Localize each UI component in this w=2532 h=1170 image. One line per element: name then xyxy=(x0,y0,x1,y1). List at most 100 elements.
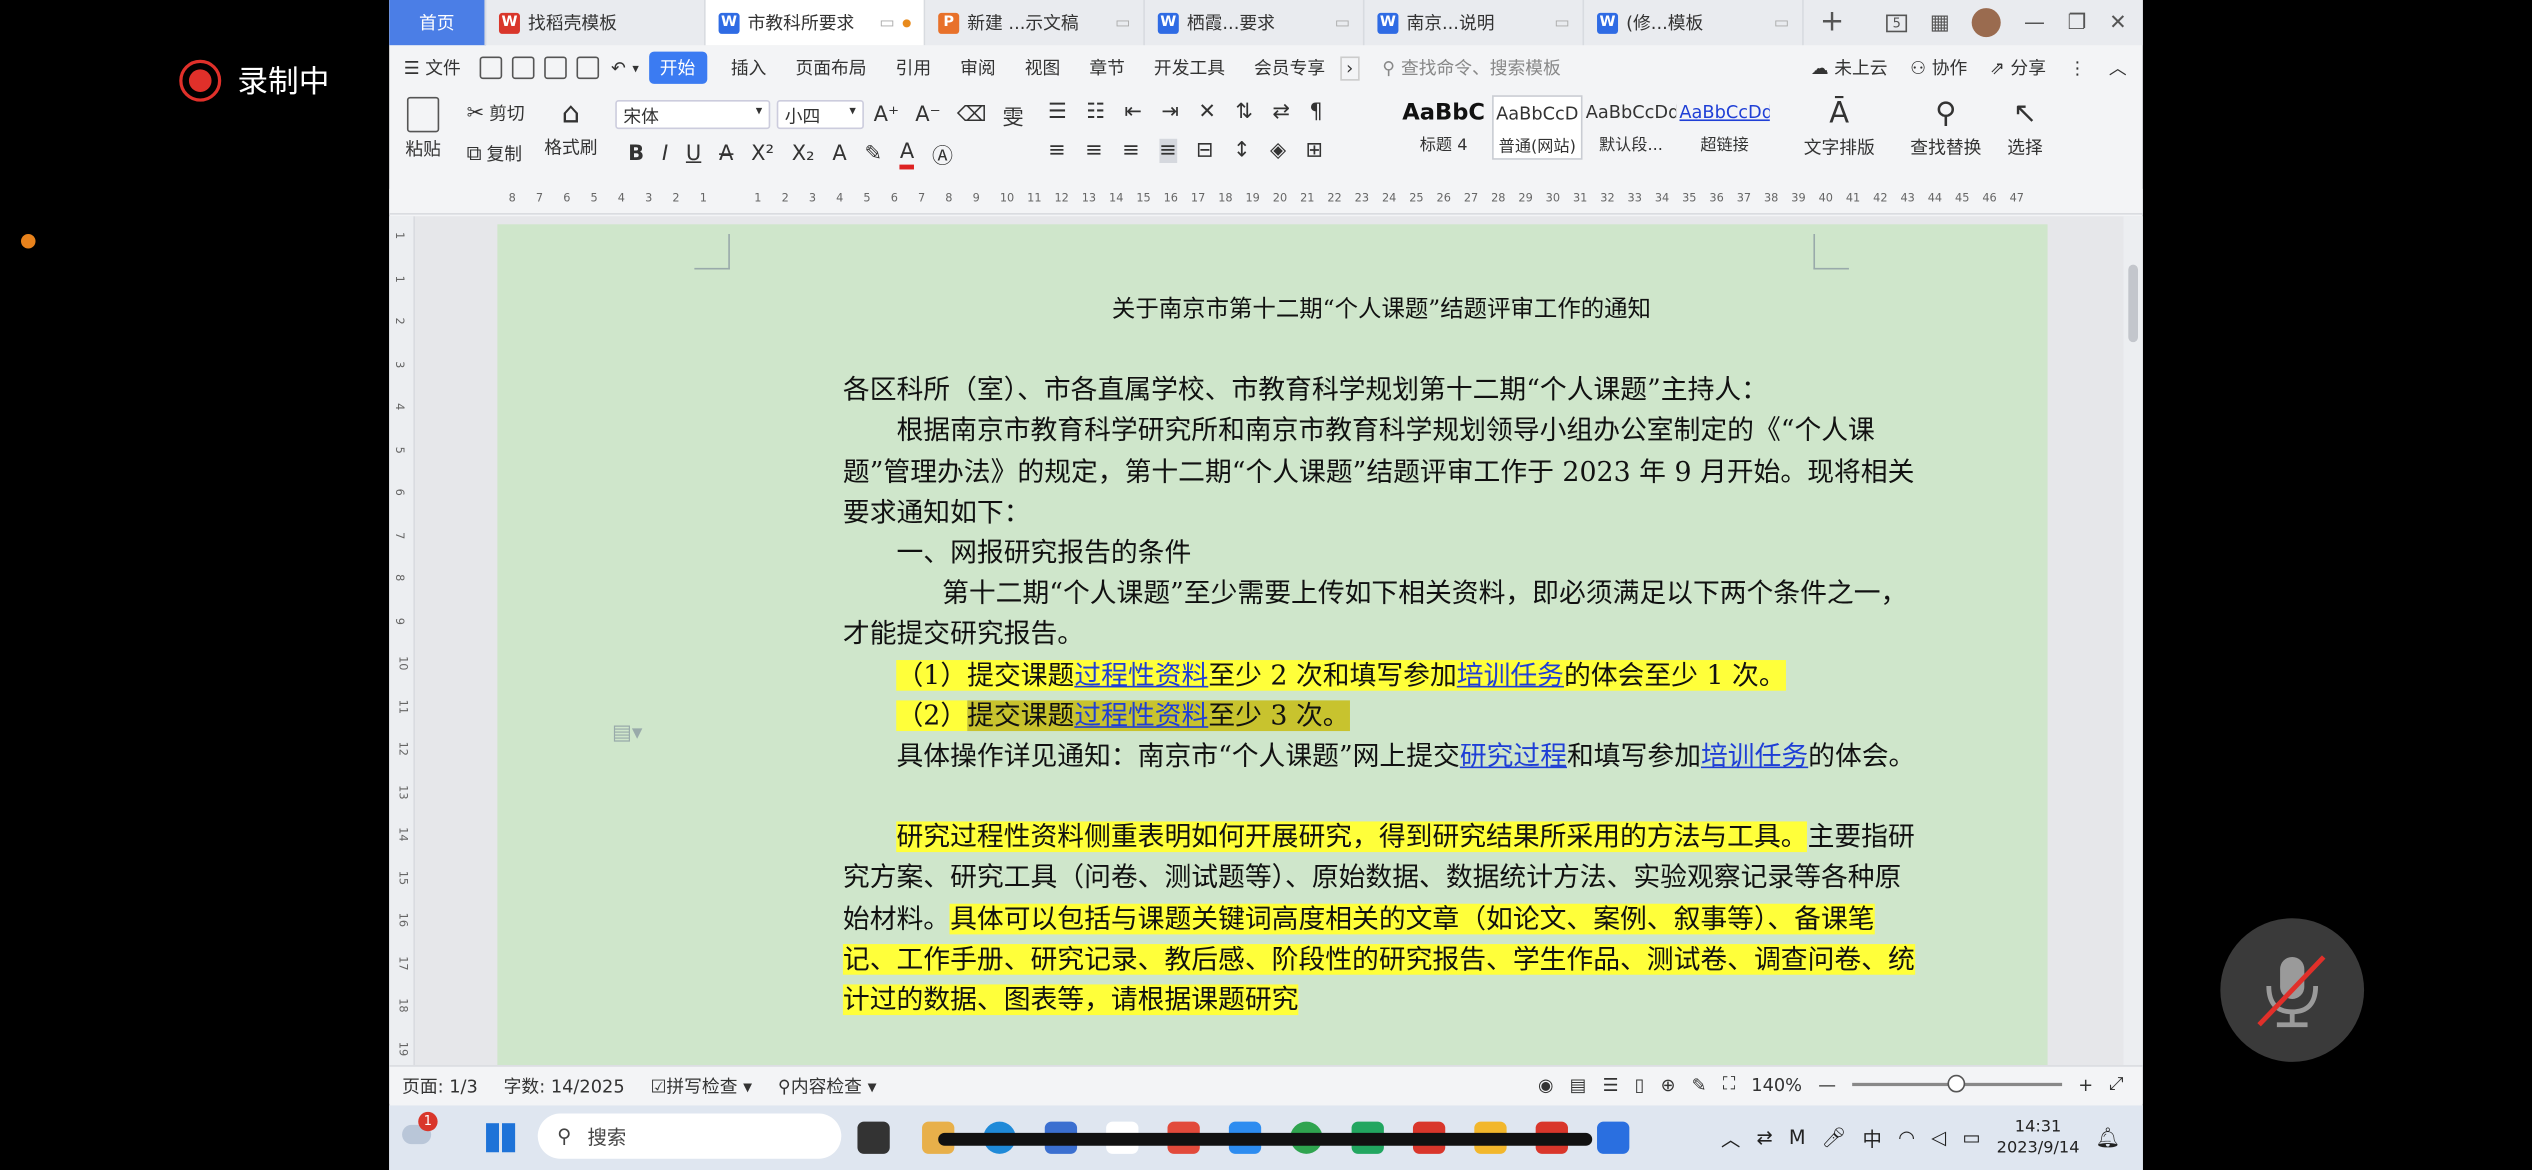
notification-bell-icon[interactable]: 🔔︎ xyxy=(2096,1126,2121,1149)
tab-references[interactable]: 引用 xyxy=(881,55,946,81)
tab-count-icon[interactable]: 5 xyxy=(1886,13,1908,32)
word-count[interactable]: 字数: 14/2025 xyxy=(491,1072,638,1098)
scrollbar-thumb[interactable] xyxy=(2128,264,2138,343)
format-painter-button[interactable]: ⌂ 格式刷 xyxy=(544,97,597,160)
page-view-icon[interactable]: ▤ xyxy=(1570,1074,1587,1095)
grid-apps-icon[interactable]: ▦ xyxy=(1930,10,1950,34)
phonetic-icon[interactable]: 雯 xyxy=(1003,100,1024,131)
style-default-paragraph[interactable]: AaBbCcDd 默认段... xyxy=(1586,95,1676,160)
windows-start-icon[interactable] xyxy=(486,1123,516,1153)
hyperlink[interactable]: 过程性资料 xyxy=(1074,659,1208,690)
command-search[interactable]: ⚲ 查找命令、搜索模板 xyxy=(1382,55,1561,81)
zoom-level[interactable]: 140% xyxy=(1751,1074,1802,1095)
quick-access-more-icon[interactable]: ▾ xyxy=(632,61,638,76)
vertical-ruler[interactable]: 1 1 2 3 4 5 6 7 8 9 10 11 12 13 14 15 16 17 18 19 xyxy=(389,216,416,1066)
tab-presentation[interactable]: P 新建 ...示文稿 ▭ xyxy=(925,0,1145,46)
find-replace-button[interactable]: ⚲ 查找替换 xyxy=(1910,97,1981,160)
outdent-icon[interactable]: ⇤ xyxy=(1124,100,1142,124)
tab-section[interactable]: 章节 xyxy=(1075,55,1140,81)
fit-page-icon[interactable]: ⛶ xyxy=(1723,1073,1735,1096)
text-effect-icon[interactable]: A xyxy=(832,142,846,166)
clear-format-icon[interactable]: ⌫ xyxy=(957,103,987,127)
tab-review[interactable]: 审阅 xyxy=(946,55,1011,81)
file-menu[interactable]: ☰ 文件 xyxy=(389,55,475,81)
indent-icon[interactable]: ⇥ xyxy=(1161,100,1179,124)
document-page[interactable]: 关于南京市第十二期“个人课题”结题评审工作的通知 各区科所（室）、市各直属学校、… xyxy=(497,224,2048,1066)
clock[interactable]: 14:31 2023/9/14 xyxy=(1997,1117,2080,1159)
strikethrough-icon[interactable]: A xyxy=(719,142,733,166)
tab-page-layout[interactable]: 页面布局 xyxy=(781,55,881,81)
preview-icon[interactable] xyxy=(577,56,600,80)
bold-icon[interactable]: B xyxy=(628,142,644,166)
collapse-ribbon-icon[interactable]: ︿ xyxy=(2109,55,2127,81)
show-marks-icon[interactable]: ¶ xyxy=(1309,100,1322,124)
line-spacing-icon[interactable]: ↕ xyxy=(1233,139,1251,163)
font-color-icon[interactable]: A xyxy=(899,140,915,169)
align-right-icon[interactable]: ≡ xyxy=(1122,139,1140,163)
align-center-icon[interactable]: ≡ xyxy=(1085,139,1103,163)
style-heading4[interactable]: AaBbC 标题 4 xyxy=(1398,95,1488,160)
tab-developer[interactable]: 开发工具 xyxy=(1139,55,1239,81)
tab-home-ribbon[interactable]: 开始 xyxy=(648,51,707,84)
avatar[interactable] xyxy=(1972,8,2002,38)
text-direction-icon[interactable]: ⇄ xyxy=(1272,100,1290,124)
reading-view-icon[interactable]: ▯ xyxy=(1635,1074,1645,1095)
volume-icon[interactable]: ◁ xyxy=(1931,1126,1946,1149)
app-icon[interactable] xyxy=(1597,1121,1630,1154)
style-normal-web[interactable]: AaBbCcD 普通(网站) xyxy=(1492,95,1583,160)
distributed-icon[interactable]: ⊟ xyxy=(1196,139,1214,163)
font-shrink-icon[interactable]: A⁻ xyxy=(915,103,940,127)
superscript-icon[interactable]: X² xyxy=(751,142,774,166)
share-button[interactable]: ⇗ 分享 xyxy=(1990,55,2046,81)
tab-template-doc[interactable]: W (修...模板 ▭ xyxy=(1584,0,1804,46)
restore-icon[interactable]: ❐ xyxy=(2068,10,2087,34)
zoom-in-button[interactable]: + xyxy=(2078,1074,2093,1095)
cloud-sync-button[interactable]: ☁ 未上云 xyxy=(1811,55,1888,81)
paragraph-comment-icon[interactable]: ▤▾ xyxy=(612,721,642,745)
zoom-out-button[interactable]: — xyxy=(1818,1074,1836,1095)
task-view-icon[interactable] xyxy=(857,1121,890,1154)
outline-view-icon[interactable]: ☰ xyxy=(1603,1074,1619,1095)
web-view-icon[interactable]: ⊕ xyxy=(1661,1074,1676,1095)
taskbar-search[interactable]: ⚲ 搜索 xyxy=(537,1113,842,1159)
tab-pin-icon[interactable]: ▭ xyxy=(879,14,894,32)
font-size-select[interactable]: 小四 ▾ xyxy=(776,100,864,130)
subscript-icon[interactable]: X₂ xyxy=(792,142,815,166)
numbered-list-icon[interactable]: ☷ xyxy=(1086,100,1105,124)
tab-template[interactable]: W 找稻壳模板 xyxy=(486,0,706,46)
app-tray-icon[interactable]: M xyxy=(1789,1126,1806,1149)
save-icon[interactable] xyxy=(480,56,503,80)
zoom-slider[interactable] xyxy=(1852,1074,2063,1093)
hyperlink[interactable]: 过程性资料 xyxy=(1074,700,1208,731)
underline-icon[interactable]: U xyxy=(686,142,701,166)
print-icon[interactable] xyxy=(544,56,568,80)
text-layout-button[interactable]: Ā 文字排版 xyxy=(1804,97,1875,160)
copy-button[interactable]: ⧉ 复制 xyxy=(467,140,522,166)
new-tab-button[interactable]: + xyxy=(1820,0,1844,45)
tab-member[interactable]: 会员专享 xyxy=(1240,55,1340,81)
tab-pin-icon[interactable]: ▭ xyxy=(1115,14,1130,32)
tab-active-document[interactable]: W 市教科所要求 ▭ xyxy=(705,0,926,46)
hyperlink[interactable]: 培训任务 xyxy=(1701,741,1808,772)
battery-icon[interactable]: ▭ xyxy=(1962,1126,1980,1149)
tab-pin-icon[interactable]: ▭ xyxy=(1774,14,1789,32)
write-view-icon[interactable]: ✎ xyxy=(1692,1074,1707,1095)
content-check-toggle[interactable]: ⚲内容检查 ▾ xyxy=(765,1072,889,1098)
vertical-scrollbar[interactable] xyxy=(2123,216,2143,1066)
close-icon[interactable]: ✕ xyxy=(2109,10,2127,34)
bullet-list-icon[interactable]: ☰ xyxy=(1048,100,1067,124)
char-border-icon[interactable]: Ⓐ xyxy=(932,139,953,169)
italic-icon[interactable]: I xyxy=(662,142,668,166)
document-canvas[interactable]: 1 1 2 3 4 5 6 7 8 9 10 11 12 13 14 15 16 17 18 19 关于南京市第十二期… xyxy=(389,216,2143,1066)
microphone-icon[interactable]: 🎤︎ xyxy=(1822,1126,1847,1149)
wifi-icon[interactable]: ◠ xyxy=(1898,1126,1915,1149)
justify-icon[interactable]: ≡ xyxy=(1158,138,1177,163)
chinese-layout-icon[interactable]: ✕ xyxy=(1198,100,1216,124)
hyperlink[interactable]: 研究过程 xyxy=(1460,741,1567,772)
spell-check-toggle[interactable]: ☑拼写检查 ▾ xyxy=(638,1072,765,1098)
more-menu-icon[interactable]: ⋮ xyxy=(2069,57,2087,78)
tab-home[interactable]: 首页 xyxy=(389,0,487,46)
tab-qixia-doc[interactable]: W 栖霞...要求 ▭ xyxy=(1145,0,1365,46)
more-tabs-icon[interactable]: › xyxy=(1339,55,1360,80)
font-grow-icon[interactable]: A⁺ xyxy=(874,103,899,127)
